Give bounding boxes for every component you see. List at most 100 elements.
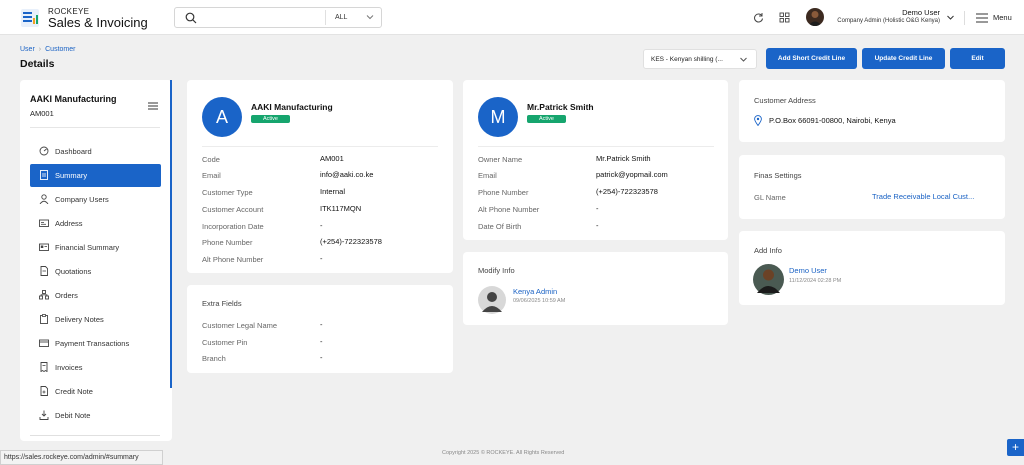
edit-button[interactable]: Edit xyxy=(950,48,1005,69)
finas-settings-title: Finas Settings xyxy=(754,171,802,180)
file-icon xyxy=(40,266,48,276)
address-card-icon xyxy=(39,219,49,227)
plus-icon: + xyxy=(1011,440,1019,454)
sidebar-toggle-icon[interactable] xyxy=(148,102,158,110)
add-fab-button[interactable]: + xyxy=(1007,439,1024,456)
owner-phone-label: Phone Number xyxy=(478,188,529,197)
created-by-user[interactable]: Demo User xyxy=(789,266,827,275)
customer-name: AAKI Manufacturing xyxy=(251,102,333,112)
sidebar-item-financial-summary[interactable]: Financial Summary xyxy=(30,236,161,259)
owner-name: Mr.Patrick Smith xyxy=(527,102,594,112)
modified-by-user[interactable]: Kenya Admin xyxy=(513,287,557,296)
card-divider xyxy=(202,146,438,147)
sidebar-item-orders[interactable]: Orders xyxy=(30,284,161,307)
apps-grid-icon[interactable] xyxy=(779,12,790,23)
customer-pin-value: - xyxy=(320,337,323,346)
owner-dob-value: - xyxy=(596,221,599,230)
chevron-down-icon[interactable] xyxy=(365,12,375,22)
id-card-icon xyxy=(39,243,49,251)
invoice-icon xyxy=(40,362,48,372)
location-pin-icon xyxy=(754,115,762,126)
customer-type-label: Customer Type xyxy=(202,188,253,197)
sidebar-item-label: Summary xyxy=(55,171,88,180)
customer-address-value: P.O.Box 66091-00800, Nairobi, Kenya xyxy=(769,116,896,125)
status-badge: Active xyxy=(251,115,290,123)
sidebar-company-code: AM001 xyxy=(30,109,54,118)
email-value[interactable]: info@aaki.co.ke xyxy=(320,170,373,179)
search-divider xyxy=(325,10,326,25)
breadcrumb-customer[interactable]: Customer xyxy=(45,46,75,53)
sidebar-item-dashboard[interactable]: Dashboard xyxy=(30,140,161,163)
customer-sidebar: AAKI Manufacturing AM001 Dashboard Summa… xyxy=(20,80,172,441)
search-filter-select[interactable]: ALL xyxy=(335,14,347,21)
hamburger-menu-icon[interactable] xyxy=(976,13,988,23)
update-credit-line-button[interactable]: Update Credit Line xyxy=(862,48,945,69)
refresh-icon[interactable] xyxy=(753,12,764,23)
sidebar-item-label: Payment Transactions xyxy=(55,339,130,348)
owner-alt-phone-label: Alt Phone Number xyxy=(478,205,540,214)
sidebar-item-summary[interactable]: Summary xyxy=(30,164,161,187)
customer-pin-label: Customer Pin xyxy=(202,338,248,347)
phone-number-label: Phone Number xyxy=(202,238,253,247)
default-avatar-icon xyxy=(478,286,506,314)
menu-label[interactable]: Menu xyxy=(993,13,1012,22)
clipboard-icon xyxy=(40,314,48,324)
sidebar-item-company-users[interactable]: Company Users xyxy=(30,188,161,211)
user-avatar[interactable] xyxy=(806,8,824,26)
branch-label: Branch xyxy=(202,354,226,363)
breadcrumb-user[interactable]: User xyxy=(20,46,35,53)
sidebar-item-label: Financial Summary xyxy=(55,243,120,252)
sidebar-divider xyxy=(30,435,160,436)
customer-avatar: A xyxy=(202,97,242,137)
add-info-card: Add Info Demo User 11/12/2024 02:28 PM xyxy=(739,231,1005,305)
sidebar-item-address[interactable]: Address xyxy=(30,212,161,235)
customer-legal-name-value: - xyxy=(320,320,323,329)
owner-phone-value: (+254)-722323578 xyxy=(596,187,658,196)
sidebar-item-credit-note[interactable]: Credit Note xyxy=(30,380,161,403)
sidebar-item-label: Orders xyxy=(55,291,78,300)
breadcrumb: User › Customer xyxy=(20,46,75,53)
creator-avatar xyxy=(753,264,784,295)
user-role: Company Admin (Holistic O&G Kenya) xyxy=(837,18,940,24)
sidebar-item-label: Delivery Notes xyxy=(55,315,104,324)
owner-email-value[interactable]: patrick@yopmail.com xyxy=(596,170,668,179)
modify-info-card: Modify Info Kenya Admin 09/06/2025 10:59… xyxy=(463,252,728,325)
search-icon[interactable] xyxy=(185,12,197,24)
global-search[interactable]: ALL xyxy=(174,7,382,28)
rockeye-logo-icon[interactable] xyxy=(20,8,40,28)
sidebar-item-label: Dashboard xyxy=(55,147,92,156)
status-bar-url: https://sales.rockeye.com/admin/#summary xyxy=(0,450,163,465)
alt-phone-number-value: - xyxy=(320,254,323,263)
sidebar-item-debit-note[interactable]: Debit Note xyxy=(30,404,161,427)
customer-account-label: Customer Account xyxy=(202,205,264,214)
owner-info-card: M Mr.Patrick Smith Active Owner Name Mr.… xyxy=(463,80,728,240)
incorporation-date-label: Incorporation Date xyxy=(202,222,264,231)
phone-number-value: (+254)-722323578 xyxy=(320,237,382,246)
user-menu-chevron-icon[interactable] xyxy=(946,13,955,22)
footer-copyright: Copyright 2025 © ROCKEYE. All Rights Res… xyxy=(442,450,565,456)
owner-email-label: Email xyxy=(478,171,497,180)
sidebar-item-invoices[interactable]: Invoices xyxy=(30,356,161,379)
modified-date: 09/06/2025 10:59 AM xyxy=(513,298,566,304)
sidebar-scrollbar[interactable] xyxy=(170,80,172,388)
customer-type-value: Internal xyxy=(320,187,346,196)
sidebar-item-quotations[interactable]: Quotations xyxy=(30,260,161,283)
currency-select[interactable]: KES - Kenyan shilling (... xyxy=(643,49,757,69)
owner-name-label: Owner Name xyxy=(478,155,523,164)
card-divider xyxy=(478,146,714,147)
customer-address-card: Customer Address P.O.Box 66091-00800, Na… xyxy=(739,80,1005,142)
sidebar-item-delivery-notes[interactable]: Delivery Notes xyxy=(30,308,161,331)
user-name[interactable]: Demo User xyxy=(902,8,940,17)
sidebar-item-label: Credit Note xyxy=(55,387,93,396)
customer-info-card: A AAKI Manufacturing Active Code AM001 E… xyxy=(187,80,453,273)
sidebar-item-label: Debit Note xyxy=(55,411,91,420)
sidebar-item-label: Invoices xyxy=(55,363,83,372)
chevron-down-icon[interactable] xyxy=(739,55,748,64)
add-info-title: Add Info xyxy=(754,246,782,255)
page-title: Details xyxy=(20,58,55,70)
gl-name-value[interactable]: Trade Receivable Local Cust... xyxy=(872,192,974,201)
add-short-credit-line-button[interactable]: Add Short Credit Line xyxy=(766,48,857,69)
top-bar: ROCKEYE Sales & Invoicing ALL Demo User … xyxy=(0,0,1024,35)
sidebar-item-payment-transactions[interactable]: Payment Transactions xyxy=(30,332,161,355)
debit-note-icon xyxy=(39,410,49,420)
